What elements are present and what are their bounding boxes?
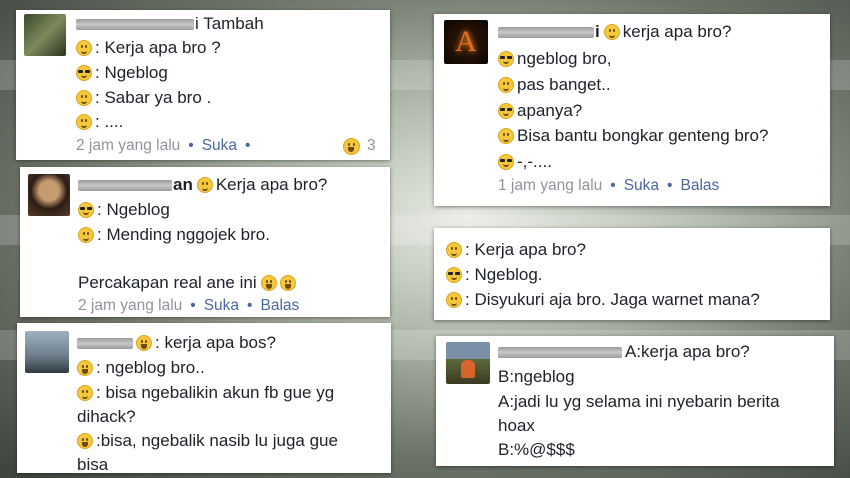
comment-card-6: A:kerja apa bro? B:ngeblog A:jadi lu yg … bbox=[436, 336, 834, 466]
avatar-letter: A bbox=[455, 25, 477, 58]
laugh-emoji-icon bbox=[279, 275, 296, 291]
sunglasses-emoji-icon bbox=[498, 154, 514, 170]
comment-line: dihack? bbox=[77, 407, 136, 426]
like-link[interactable]: Suka bbox=[202, 137, 237, 155]
blurred-name[interactable] bbox=[498, 26, 594, 38]
smile-emoji-icon bbox=[603, 24, 620, 40]
sunglasses-emoji-icon bbox=[498, 51, 514, 67]
smile-emoji-icon bbox=[498, 77, 514, 93]
comment-line: apanya? bbox=[517, 101, 583, 120]
comment-line: : Kerja apa bro ? bbox=[95, 38, 221, 57]
timestamp: 1 jam yang lalu bbox=[498, 177, 603, 194]
sunglasses-emoji-icon bbox=[498, 103, 514, 119]
like-link[interactable]: Suka bbox=[624, 177, 659, 195]
comment-line: : Ngeblog bbox=[97, 200, 170, 219]
comment-line: pas banget.. bbox=[517, 75, 611, 94]
smile-emoji-icon bbox=[78, 227, 94, 243]
avatar[interactable] bbox=[24, 14, 66, 56]
comment-line: : .... bbox=[95, 112, 124, 131]
comment-line: : ngeblog bro.. bbox=[96, 358, 205, 377]
comment-line: B:%@$$$ bbox=[498, 440, 575, 459]
sunglasses-emoji-icon bbox=[446, 267, 462, 283]
timestamp: 2 jam yang lalu bbox=[76, 137, 181, 154]
smile-emoji-icon bbox=[76, 40, 92, 56]
comment-line: : Sabar ya bro . bbox=[95, 88, 212, 107]
unamused-emoji-icon bbox=[498, 128, 514, 144]
comment-line: A:jadi lu yg selama ini nyebarin berita bbox=[498, 392, 780, 411]
reaction-count: 3 bbox=[367, 137, 376, 154]
comment-card-2: an Kerja apa bro? : Ngeblog : Mending ng… bbox=[20, 167, 390, 317]
sunglasses-emoji-icon bbox=[78, 202, 94, 218]
blurred-name[interactable] bbox=[78, 179, 172, 191]
avatar[interactable]: A bbox=[444, 20, 488, 64]
comment-line: : kerja apa bos? bbox=[155, 333, 276, 352]
comment-line: :bisa, ngebalik nasib lu juga gue bbox=[96, 431, 338, 450]
comment-card-4: A i kerja apa bro? ngeblog bro, pas bang… bbox=[434, 14, 830, 206]
comment-line: : Mending nggojek bro. bbox=[97, 225, 270, 244]
laugh-emoji-icon bbox=[77, 433, 93, 449]
comment-text: i Tambah bbox=[195, 14, 264, 33]
smile-emoji-icon bbox=[196, 177, 213, 193]
smile-emoji-icon bbox=[76, 90, 92, 106]
comment-note: Percakapan real ane ini bbox=[78, 273, 257, 292]
comment-line: : Kerja apa bro? bbox=[465, 240, 586, 259]
avatar[interactable] bbox=[28, 174, 70, 216]
wink-emoji-icon bbox=[76, 114, 92, 130]
comment-card-3: : kerja apa bos? : ngeblog bro.. : bisa … bbox=[17, 323, 391, 474]
comment-line: Bisa bantu bongkar genteng bro? bbox=[517, 126, 769, 145]
comment-card-5: : Kerja apa bro? : Ngeblog. : Disyukuri … bbox=[434, 228, 830, 320]
comment-line: B:ngeblog bbox=[498, 367, 575, 386]
laugh-emoji-icon bbox=[136, 335, 152, 351]
comment-card-1: i Tambah : Kerja apa bro ? : Ngeblog : S… bbox=[16, 10, 390, 160]
comment-line: Kerja apa bro? bbox=[215, 175, 328, 194]
smile-emoji-icon bbox=[446, 242, 462, 258]
blurred-name[interactable] bbox=[498, 346, 622, 358]
comment-line: : Ngeblog. bbox=[465, 265, 543, 284]
comment-line: hoax bbox=[498, 416, 535, 435]
wink-emoji-icon bbox=[77, 385, 93, 401]
comment-line: A:kerja apa bro? bbox=[625, 342, 750, 361]
comment-line: : Ngeblog bbox=[95, 63, 168, 82]
reply-link[interactable]: Balas bbox=[680, 177, 719, 195]
comment-line: kerja apa bro? bbox=[622, 22, 732, 41]
laugh-emoji-icon bbox=[260, 275, 277, 291]
comment-line: -,-.... bbox=[517, 152, 552, 171]
sunglasses-emoji-icon bbox=[76, 65, 92, 81]
comment-line: : bisa ngebalikin akun fb gue yg bbox=[96, 383, 335, 402]
smile-emoji-icon bbox=[446, 292, 462, 308]
avatar[interactable] bbox=[446, 342, 490, 384]
comment-line: bisa bbox=[77, 455, 109, 474]
commenter-name[interactable]: an bbox=[173, 175, 193, 195]
comment-line: ngeblog bro, bbox=[517, 49, 612, 68]
blurred-name[interactable] bbox=[77, 337, 133, 349]
avatar[interactable] bbox=[25, 331, 69, 373]
laugh-reaction-icon[interactable] bbox=[343, 137, 360, 155]
comment-line: : Disyukuri aja bro. Jaga warnet mana? bbox=[465, 290, 760, 309]
like-link[interactable]: Suka bbox=[204, 297, 239, 315]
laugh-emoji-icon bbox=[77, 360, 93, 376]
blurred-name[interactable] bbox=[76, 18, 194, 30]
timestamp: 2 jam yang lalu bbox=[78, 297, 183, 314]
reply-link[interactable]: Balas bbox=[260, 297, 299, 315]
